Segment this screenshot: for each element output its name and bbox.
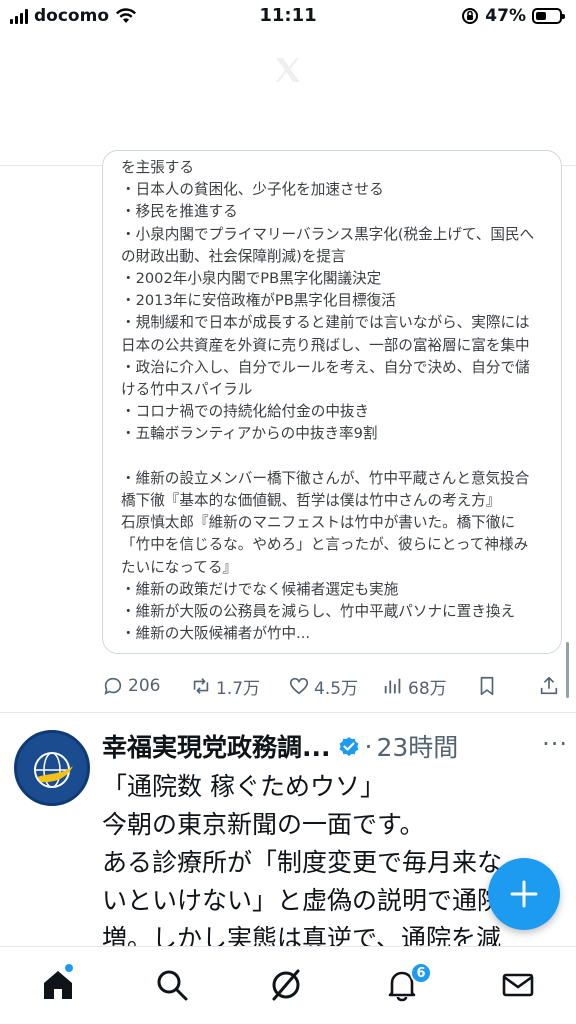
- quote-fade: [103, 637, 561, 653]
- battery-icon: [532, 8, 565, 24]
- home-icon: [44, 971, 72, 999]
- share-icon: [540, 676, 558, 695]
- reply-button[interactable]: 206: [102, 675, 160, 697]
- party-logo-icon: [19, 735, 85, 801]
- views-icon: [384, 678, 401, 694]
- quoted-post-text: を主張する ・日本人の貧困化、少子化を加速させる ・移民を推進する ・小泉内閣で…: [121, 159, 535, 643]
- author-name[interactable]: 幸福実現党政務調...: [102, 728, 331, 764]
- status-bar: docomo 11:11 47%: [0, 0, 576, 34]
- repost-button[interactable]: 1.7万: [190, 674, 260, 699]
- notification-badge: 6: [410, 962, 432, 984]
- battery-fill: [536, 12, 547, 20]
- scrollbar[interactable]: [566, 642, 569, 698]
- repost-icon: [193, 678, 209, 694]
- orientation-lock-icon: [462, 8, 479, 24]
- post-divider: [0, 712, 576, 713]
- share-button[interactable]: [538, 675, 560, 697]
- battery-percent: 47%: [485, 6, 526, 26]
- view-count: 68万: [408, 678, 447, 699]
- quoted-post-card[interactable]: を主張する ・日本人の貧困化、少子化を加速させる ・移民を推進する ・小泉内閣で…: [102, 150, 562, 654]
- compose-button[interactable]: [488, 858, 560, 930]
- plus-icon: [510, 880, 538, 908]
- x-logo-icon: [276, 58, 300, 82]
- more-options-button[interactable]: ···: [542, 730, 568, 758]
- post-header: 幸福実現党政務調... · 23時間 ···: [102, 728, 572, 764]
- repost-count: 1.7万: [216, 678, 261, 699]
- post-timestamp[interactable]: 23時間: [376, 728, 458, 764]
- bookmark-icon: [480, 676, 494, 696]
- views-button[interactable]: 68万: [382, 674, 447, 699]
- like-button[interactable]: 4.5万: [288, 674, 358, 699]
- separator-dot: ·: [364, 731, 373, 761]
- reply-count: 206: [128, 676, 161, 696]
- post-actions: 206 1.7万 4.5万 68万: [102, 672, 564, 700]
- verified-badge-icon: [339, 737, 358, 756]
- timeline-header: [0, 34, 576, 166]
- search-icon: [157, 970, 188, 1001]
- heart-icon: [289, 677, 309, 695]
- home-new-indicator: [65, 964, 73, 972]
- avatar[interactable]: [14, 730, 90, 806]
- reply-icon: [104, 677, 122, 695]
- like-count: 4.5万: [314, 678, 359, 699]
- nav-search[interactable]: [154, 967, 190, 1003]
- bookmark-button[interactable]: [476, 675, 498, 697]
- nav-messages[interactable]: [500, 967, 536, 1003]
- grok-icon: [272, 969, 300, 1001]
- nav-grok[interactable]: [268, 967, 304, 1003]
- nav-home[interactable]: [40, 967, 76, 1003]
- bottom-nav: [0, 946, 576, 1024]
- mail-icon: [502, 973, 534, 997]
- battery-info: 47%: [461, 6, 565, 26]
